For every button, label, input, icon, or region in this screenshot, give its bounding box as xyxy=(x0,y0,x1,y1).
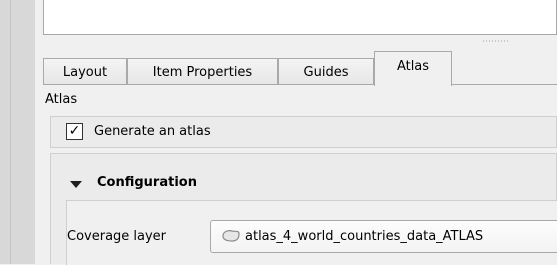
tab-bar-baseline xyxy=(43,84,557,85)
generate-atlas-row: ✓ Generate an atlas xyxy=(50,116,557,148)
tab-atlas[interactable]: Atlas xyxy=(374,51,452,86)
tab-layout[interactable]: Layout xyxy=(43,58,127,85)
tab-bar: Layout Item Properties Guides Atlas xyxy=(43,50,557,86)
generate-atlas-checkbox[interactable]: ✓ xyxy=(66,123,83,140)
polygon-layer-icon xyxy=(222,230,240,242)
section-title: Atlas xyxy=(45,92,78,107)
configuration-header[interactable]: Configuration xyxy=(97,175,197,190)
coverage-layer-label: Coverage layer xyxy=(67,229,167,244)
tab-label: Layout xyxy=(62,64,108,80)
dock-sidebar xyxy=(0,0,35,264)
tab-label: Guides xyxy=(303,64,349,80)
coverage-layer-combobox[interactable]: atlas_4_world_countries_data_ATLAS xyxy=(210,220,557,253)
collapse-arrow-icon[interactable] xyxy=(70,181,82,188)
tab-label: Item Properties xyxy=(152,64,253,80)
tab-label: Atlas xyxy=(396,58,430,74)
tab-guides[interactable]: Guides xyxy=(278,58,374,85)
sidebar-divider xyxy=(10,0,11,264)
tab-item-properties[interactable]: Item Properties xyxy=(127,58,278,85)
generate-atlas-label[interactable]: Generate an atlas xyxy=(94,124,211,139)
upper-panel xyxy=(43,0,557,35)
coverage-layer-value: atlas_4_world_countries_data_ATLAS xyxy=(245,229,484,244)
panel-splitter-handle[interactable] xyxy=(482,40,510,42)
